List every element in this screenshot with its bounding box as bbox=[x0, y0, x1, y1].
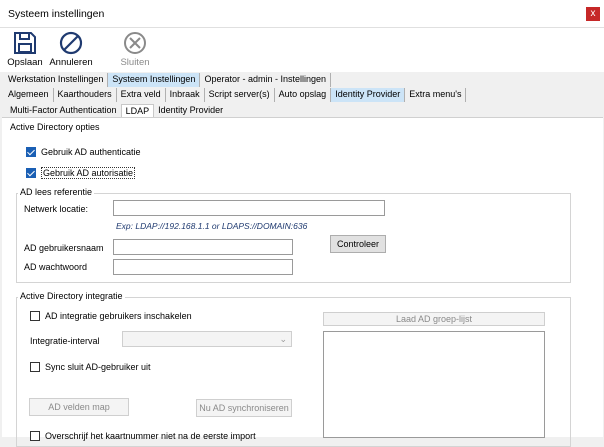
tab-identity-provider[interactable]: Identity Provider bbox=[331, 88, 406, 102]
tab-extra-menus[interactable]: Extra menu's bbox=[405, 88, 467, 102]
tab-ldap[interactable]: LDAP bbox=[120, 104, 155, 118]
sync-now-button[interactable]: Nu AD synchroniseren bbox=[196, 399, 292, 417]
network-hint: Exp: LDAP://192.168.1.1 or LDAPS://DOMAI… bbox=[116, 221, 308, 231]
ad-username-label: AD gebruikersnaam bbox=[24, 243, 104, 253]
tabs-level3: Multi-Factor Authentication LDAP Identit… bbox=[6, 104, 227, 118]
title-bar: Systeem instellingen x bbox=[0, 0, 604, 28]
ad-password-input[interactable] bbox=[113, 259, 293, 275]
enable-integration-label: AD integratie gebruikers inschakelen bbox=[45, 311, 192, 321]
use-ad-authz-row: Gebruik AD autorisatie bbox=[26, 167, 136, 179]
use-ad-auth-checkbox[interactable] bbox=[26, 147, 36, 157]
use-ad-authz-checkbox[interactable] bbox=[26, 168, 36, 178]
load-groups-button[interactable]: Laad AD groep-lijst bbox=[323, 312, 545, 326]
save-label: Opslaan bbox=[7, 57, 43, 68]
save-button[interactable]: Opslaan bbox=[0, 28, 50, 72]
enable-integration-checkbox[interactable] bbox=[30, 311, 40, 321]
tab-systeem[interactable]: Systeem Instellingen bbox=[108, 73, 201, 87]
use-ad-authz-label: Gebruik AD autorisatie bbox=[41, 167, 136, 179]
tab-werkstation[interactable]: Werkstation Instellingen bbox=[4, 73, 109, 87]
tab-identity-provider-sub[interactable]: Identity Provider bbox=[154, 104, 227, 118]
interval-select[interactable]: ⌄ bbox=[122, 331, 292, 347]
close-button[interactable]: Sluiten bbox=[110, 28, 160, 72]
ad-fields-map-button[interactable]: AD velden map bbox=[29, 398, 129, 416]
cancel-label: Annuleren bbox=[49, 57, 93, 68]
overwrite-label: Overschrijf het kaartnummer niet na de e… bbox=[45, 431, 256, 441]
tabs-level1: Werkstation Instellingen Systeem Instell… bbox=[4, 73, 331, 87]
sync-close-row: Sync sluit AD-gebruiker uit bbox=[30, 362, 151, 372]
network-location-input[interactable] bbox=[113, 200, 385, 216]
ldap-panel: Active Directory opties Gebruik AD authe… bbox=[2, 117, 603, 447]
use-ad-auth-row: Gebruik AD authenticatie bbox=[26, 147, 141, 157]
close-circle-icon bbox=[124, 32, 146, 54]
ad-password-label: AD wachtwoord bbox=[24, 262, 88, 272]
tab-extra-veld[interactable]: Extra veld bbox=[117, 88, 166, 102]
tab-kaarthouders[interactable]: Kaarthouders bbox=[54, 88, 117, 102]
interval-label: Integratie-interval bbox=[30, 336, 100, 346]
tab-mfa[interactable]: Multi-Factor Authentication bbox=[6, 104, 121, 118]
sync-close-label: Sync sluit AD-gebruiker uit bbox=[45, 362, 151, 372]
network-label: Netwerk locatie: bbox=[24, 204, 89, 214]
use-ad-auth-label: Gebruik AD authenticatie bbox=[41, 147, 141, 157]
tab-auto-opslag[interactable]: Auto opslag bbox=[275, 88, 332, 102]
ad-options-heading: Active Directory opties bbox=[10, 122, 100, 132]
tab-operator[interactable]: Operator - admin - Instellingen bbox=[200, 73, 331, 87]
tab-algemeen[interactable]: Algemeen bbox=[4, 88, 54, 102]
tabs-level2: Algemeen Kaarthouders Extra veld Inbraak… bbox=[4, 88, 467, 102]
toolbar: Opslaan Annuleren Sluiten bbox=[0, 28, 604, 72]
overwrite-row: Overschrijf het kaartnummer niet na de e… bbox=[30, 431, 256, 441]
read-ref-legend: AD lees referentie bbox=[18, 187, 95, 197]
check-button[interactable]: Controleer bbox=[330, 235, 386, 253]
tab-script-servers[interactable]: Script server(s) bbox=[205, 88, 275, 102]
integration-legend: Active Directory integratie bbox=[18, 291, 125, 301]
chevron-down-icon: ⌄ bbox=[279, 334, 287, 344]
enable-integration-row: AD integratie gebruikers inschakelen bbox=[30, 311, 192, 321]
overwrite-checkbox[interactable] bbox=[30, 431, 40, 441]
ad-username-input[interactable] bbox=[113, 239, 293, 255]
cancel-button[interactable]: Annuleren bbox=[46, 28, 96, 72]
cancel-icon bbox=[59, 31, 83, 55]
close-window-button[interactable]: x bbox=[586, 7, 600, 21]
ad-group-list[interactable] bbox=[323, 331, 545, 438]
floppy-disk-icon bbox=[14, 32, 36, 54]
tab-inbraak[interactable]: Inbraak bbox=[166, 88, 205, 102]
sync-close-checkbox[interactable] bbox=[30, 362, 40, 372]
window-title: Systeem instellingen bbox=[8, 8, 105, 20]
close-label: Sluiten bbox=[120, 57, 150, 68]
